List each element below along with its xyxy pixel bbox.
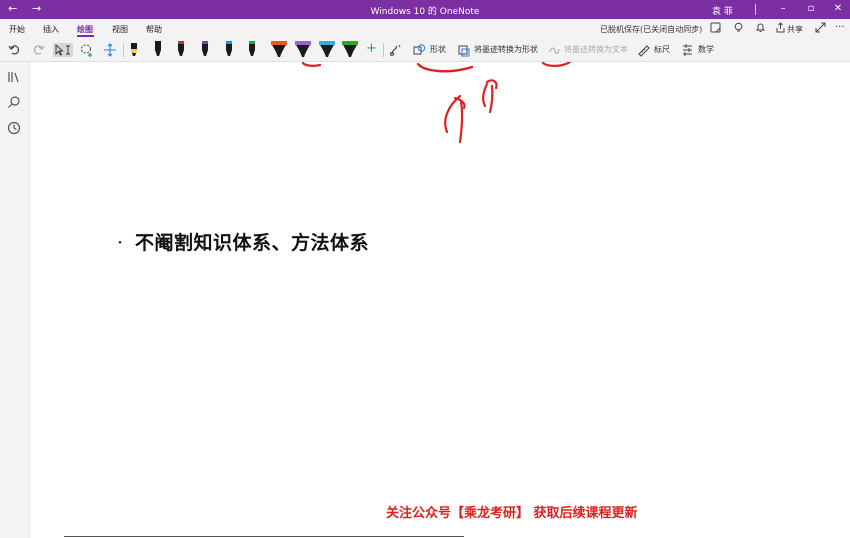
expand-icon[interactable] xyxy=(815,22,826,35)
ink-strokes xyxy=(301,62,572,144)
shapes-button[interactable]: 形状 xyxy=(430,43,446,57)
close-button[interactable]: ✕ xyxy=(830,2,846,16)
shapes-icon[interactable] xyxy=(413,43,426,57)
maximize-button[interactable]: ▫ xyxy=(803,2,819,16)
title-bar: ← → Windows 10 的 OneNote 袁 菲 – ▫ ✕ xyxy=(0,0,850,19)
save-status: 已脱机保存(已关闭自动同步) xyxy=(600,25,703,34)
pen-1[interactable] xyxy=(129,40,139,56)
math-icon[interactable] xyxy=(681,43,694,57)
ink-to-text-icon[interactable] xyxy=(548,43,560,57)
tab-help[interactable]: 帮助 xyxy=(146,24,162,35)
ruler-icon[interactable] xyxy=(637,43,650,57)
note-text: 不阉割知识体系、方法体系 xyxy=(135,232,370,254)
note-line[interactable]: · 不阉割知识体系、方法体系 xyxy=(117,228,369,255)
ink-to-shape-icon[interactable] xyxy=(458,43,470,57)
ribbon-tabs: 开始 插入 绘图 视图 帮助 已脱机保存(已关闭自动同步) 共享 ··· xyxy=(0,19,850,39)
notebooks-icon[interactable] xyxy=(7,69,21,83)
user-name[interactable]: 袁 菲 xyxy=(712,4,733,17)
navigation-sidebar xyxy=(0,62,30,538)
bullet: · xyxy=(117,232,124,254)
pen-2[interactable] xyxy=(153,40,163,56)
share-icon[interactable] xyxy=(775,22,786,35)
pen-7[interactable] xyxy=(270,40,288,57)
toolbar-divider xyxy=(383,43,384,57)
add-space-icon[interactable] xyxy=(103,43,117,57)
notebook-icon[interactable] xyxy=(710,22,721,35)
ink-to-text-button[interactable]: 将墨迹转换为文本 xyxy=(564,43,628,57)
page-canvas[interactable] xyxy=(30,62,850,538)
recent-clock-icon[interactable] xyxy=(7,120,21,135)
divider-line xyxy=(64,536,464,537)
lasso-select-icon[interactable] xyxy=(80,43,94,57)
pen-10[interactable] xyxy=(341,40,359,57)
search-icon[interactable] xyxy=(7,94,21,108)
math-button[interactable]: 数学 xyxy=(698,43,714,57)
active-tab-indicator xyxy=(77,35,94,37)
pen-8[interactable] xyxy=(294,40,312,57)
add-pen-button[interactable]: + xyxy=(366,42,377,56)
pen-6[interactable] xyxy=(247,40,257,56)
ink-replay-icon[interactable] xyxy=(390,43,402,57)
ruler-button[interactable]: 标尺 xyxy=(654,43,670,57)
toolbar-divider xyxy=(123,43,124,57)
promo-caption: 关注公众号【乘龙考研】 获取后续课程更新 xyxy=(386,506,638,521)
redo-icon[interactable] xyxy=(32,43,45,57)
minimize-button[interactable]: – xyxy=(775,2,791,16)
pen-4[interactable] xyxy=(200,40,210,56)
more-button[interactable]: ··· xyxy=(835,22,845,33)
share-button[interactable]: 共享 xyxy=(787,24,803,35)
tab-draw[interactable]: 绘图 xyxy=(77,24,93,35)
pen-5[interactable] xyxy=(224,40,234,56)
titlebar-divider xyxy=(755,4,756,15)
tab-home[interactable]: 开始 xyxy=(9,24,25,35)
ink-to-shape-button[interactable]: 将墨迹转换为形状 xyxy=(474,43,538,57)
lightbulb-icon[interactable] xyxy=(733,22,744,35)
pen-9[interactable] xyxy=(318,40,336,57)
bell-icon[interactable] xyxy=(755,22,766,35)
tab-insert[interactable]: 插入 xyxy=(43,24,59,35)
draw-toolbar: + 形状 将墨迹转换为形状 将墨迹转换为文本 标尺 数学 xyxy=(0,39,850,62)
pen-3[interactable] xyxy=(176,40,186,56)
undo-icon[interactable] xyxy=(8,43,21,57)
tab-view[interactable]: 视图 xyxy=(112,24,128,35)
select-text-tool[interactable] xyxy=(53,43,73,57)
